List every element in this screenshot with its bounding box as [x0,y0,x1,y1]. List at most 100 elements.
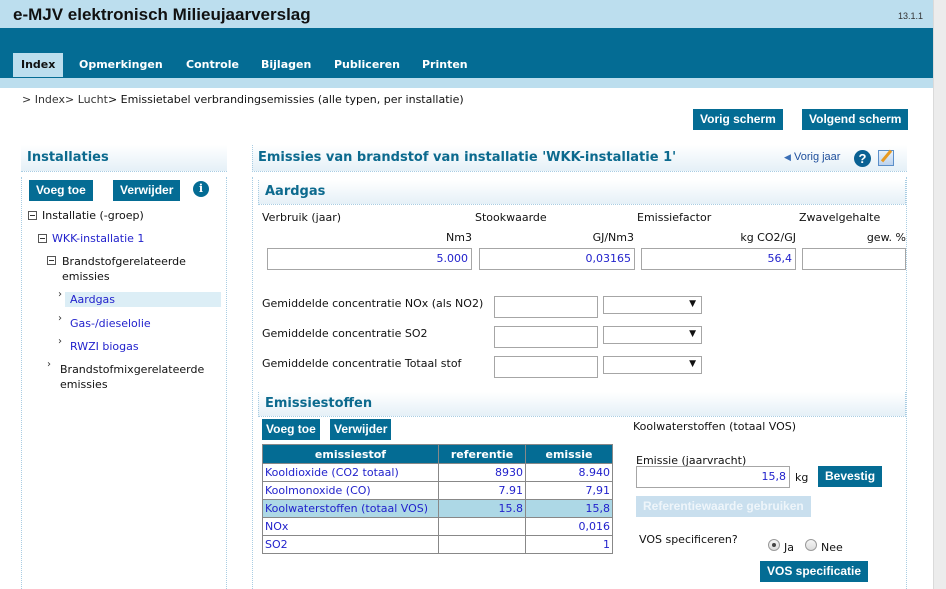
tree-item-gas-dieselolie[interactable]: Gas-/dieselolie [70,316,151,331]
so2-concentration-label: Gemiddelde concentratie SO2 [262,327,428,340]
reference-value [438,517,526,536]
tab-printen[interactable]: Printen [414,53,476,77]
breadcrumb-index[interactable]: > Index [22,93,65,106]
info-icon[interactable]: i [193,181,209,197]
add-installation-button[interactable]: Voeg toe [29,180,93,201]
collapse-icon[interactable] [47,256,56,265]
tab-index[interactable]: Index [13,53,64,77]
emissions-table: emissiestof referentie emissie Kooldioxi… [262,444,613,554]
substance-name[interactable]: Koolwaterstoffen (totaal VOS) [262,499,439,518]
nox-concentration-label: Gemiddelde concentratie NOx (als NO2) [262,297,484,310]
table-row-selected[interactable]: Koolwaterstoffen (totaal VOS) 15.8 15,8 [262,499,613,518]
breadcrumb-current: > Emissietabel verbrandingsemissies (all… [107,93,464,106]
chevron-right-icon: › [58,336,62,347]
emission-factor-unit: kg CO2/GJ [740,231,796,244]
fuel-section-header: Aardgas [258,180,906,205]
sulphur-content-input[interactable] [802,248,906,270]
sulphur-content-unit: gew. % [866,231,906,244]
edit-icon[interactable] [878,150,894,166]
app-version: 13.1.1 [897,11,923,21]
collapse-icon[interactable] [28,211,37,220]
table-row[interactable]: Kooldioxide (CO2 totaal) 8930 8.940 [262,463,613,482]
previous-year-label: Vorig jaar [793,151,841,163]
tree-item-brandstofmixgerelateerde[interactable]: Brandstofmixgerelateerde emissies [60,362,215,392]
previous-year-link[interactable]: ◀ Vorig jaar [784,151,840,163]
emission-value: 1 [525,535,613,554]
emission-load-input[interactable]: 15,8 [636,466,790,488]
remove-substance-button[interactable]: Verwijder [330,419,392,440]
dropdown-arrow-icon: ▼ [689,299,696,309]
sidebar-header: Installaties [21,145,227,172]
substances-section-title: Emissiestoffen [265,396,373,411]
emission-value: 7,91 [525,481,613,500]
emission-factor-input[interactable]: 56,4 [641,248,796,270]
fuel-section-title: Aardgas [265,184,326,199]
dust-unit-select[interactable]: ▼ [603,356,702,374]
tree-item-installatie-groep[interactable]: Installatie (-groep) [42,208,144,223]
table-row[interactable]: NOx 0,016 [262,517,613,536]
substance-name[interactable]: Kooldioxide (CO2 totaal) [262,463,439,482]
tree-item-aardgas[interactable]: Aardgas [70,292,115,307]
so2-unit-select[interactable]: ▼ [603,326,702,344]
nav-strip [0,78,933,88]
reference-value: 7.91 [438,481,526,500]
column-header-reference[interactable]: referentie [438,444,526,464]
main-panel-title: Emissies van brandstof van installatie '… [258,150,677,165]
breadcrumb-lucht[interactable]: > Lucht [65,93,108,106]
nox-concentration-input[interactable] [494,296,598,318]
tab-controle[interactable]: Controle [178,53,247,77]
tab-bijlagen[interactable]: Bijlagen [253,53,319,77]
tab-publiceren[interactable]: Publiceren [326,53,408,77]
table-row[interactable]: SO2 1 [262,535,613,554]
triangle-left-icon: ◀ [784,152,791,162]
nox-unit-select[interactable]: ▼ [603,296,702,314]
table-header-row: emissiestof referentie emissie [262,444,613,464]
radio-yes[interactable] [768,539,780,551]
tree-item-rwzi-biogas[interactable]: RWZI biogas [70,339,139,354]
use-reference-value-button[interactable]: Referentiewaarde gebruiken [636,496,811,517]
consumption-input[interactable]: 5.000 [267,248,472,270]
chevron-right-icon: › [58,313,62,324]
installations-sidebar: Installaties Voeg toe Verwijder i Instal… [21,145,227,589]
consumption-unit: Nm3 [446,231,472,244]
tree-item-wkk-installatie[interactable]: WKK-installatie 1 [52,231,144,246]
dust-concentration-input[interactable] [494,356,598,378]
heating-value-input[interactable]: 0,03165 [479,248,635,270]
dust-concentration-label: Gemiddelde concentratie Totaal stof [262,357,462,370]
dropdown-arrow-icon: ▼ [689,329,696,339]
substances-section-header: Emissiestoffen [258,392,906,417]
scrollbar[interactable] [933,0,946,589]
consumption-label: Verbruik (jaar) [262,211,342,224]
breadcrumb: > Index> Lucht> Emissietabel verbranding… [22,93,464,106]
so2-concentration-input[interactable] [494,326,598,348]
collapse-icon[interactable] [38,234,47,243]
radio-no[interactable] [805,539,817,551]
sulphur-content-label: Zwavelgehalte [799,211,881,224]
column-header-substance[interactable]: emissiestof [262,444,439,464]
next-screen-button[interactable]: Volgend scherm [802,109,909,130]
tab-opmerkingen[interactable]: Opmerkingen [71,53,171,77]
heating-value-label: Stookwaarde [475,211,547,224]
reference-value: 8930 [438,463,526,482]
radio-no-label: Nee [821,541,843,554]
dropdown-arrow-icon: ▼ [689,359,696,369]
heating-value-unit: GJ/Nm3 [592,231,634,244]
emission-value: 8.940 [525,463,613,482]
app-header: e-MJV elektronisch Milieujaarverslag 13.… [0,0,933,28]
emission-value: 0,016 [525,517,613,536]
tree-item-brandstofgerelateerde[interactable]: Brandstofgerelateerde emissies [62,254,212,284]
substance-name[interactable]: NOx [262,517,439,536]
table-row[interactable]: Koolmonoxide (CO) 7.91 7,91 [262,481,613,500]
help-icon[interactable]: ? [854,150,871,167]
emission-load-unit: kg [795,471,809,484]
add-substance-button[interactable]: Voeg toe [262,419,320,440]
substance-name[interactable]: Koolmonoxide (CO) [262,481,439,500]
confirm-button[interactable]: Bevestig [818,466,883,487]
substance-name[interactable]: SO2 [262,535,439,554]
column-header-emission[interactable]: emissie [525,444,613,464]
remove-installation-button[interactable]: Verwijder [113,180,181,201]
previous-screen-button[interactable]: Vorig scherm [693,109,783,130]
app-title: e-MJV elektronisch Milieujaarverslag [13,5,311,24]
radio-yes-label: Ja [784,541,794,554]
vos-specification-button[interactable]: VOS specificatie [760,561,869,582]
